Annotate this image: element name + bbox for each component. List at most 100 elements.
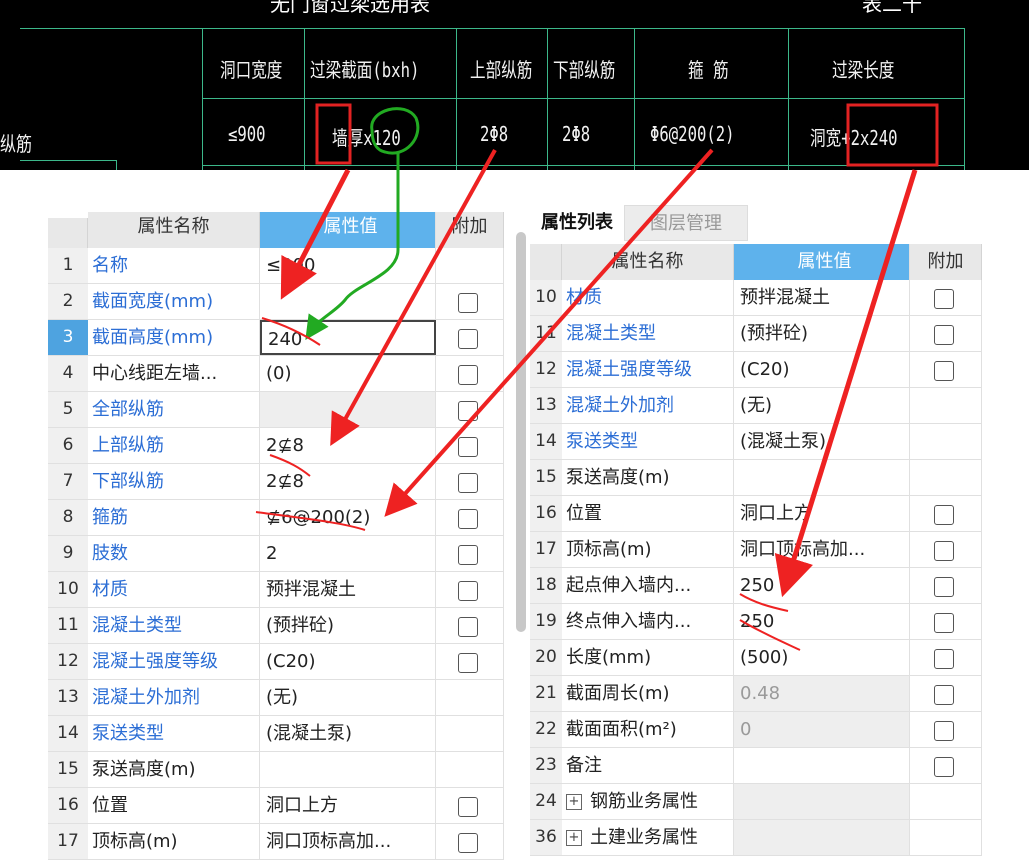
property-row[interactable]: 8 箍筋 ⊈6@200(2) — [48, 500, 504, 536]
property-row[interactable]: 1 名称 ≤900 — [48, 248, 504, 284]
extra-checkbox[interactable] — [934, 289, 954, 309]
property-value[interactable]: (C20) — [734, 352, 910, 387]
property-value-input[interactable]: 240 — [260, 320, 436, 355]
property-row[interactable]: 5 全部纵筋 — [48, 392, 504, 428]
property-value[interactable]: (无) — [734, 388, 910, 423]
property-row[interactable]: 36 + 土建业务属性 — [530, 820, 982, 856]
property-row[interactable]: 24 + 钢筋业务属性 — [530, 784, 982, 820]
property-value[interactable]: 洞口上方 — [260, 788, 436, 823]
property-row[interactable]: 16 位置 洞口上方 — [48, 788, 504, 824]
property-value[interactable]: 洞口顶标高加... — [260, 824, 436, 859]
extra-checkbox[interactable] — [458, 365, 478, 385]
property-row[interactable]: 9 肢数 2 — [48, 536, 504, 572]
extra-checkbox[interactable] — [458, 437, 478, 457]
tab-layer-management[interactable]: 图层管理 — [624, 205, 748, 241]
property-row[interactable]: 10 材质 预拌混凝土 — [530, 280, 982, 316]
property-row[interactable]: 12 混凝土强度等级 (C20) — [48, 644, 504, 680]
extra-checkbox[interactable] — [934, 505, 954, 525]
extra-checkbox[interactable] — [934, 721, 954, 741]
property-row[interactable]: 18 起点伸入墙内... 250 — [530, 568, 982, 604]
expand-icon[interactable]: + — [566, 794, 582, 810]
extra-checkbox[interactable] — [458, 401, 478, 421]
property-row[interactable]: 16 位置 洞口上方 — [530, 496, 982, 532]
property-row[interactable]: 13 混凝土外加剂 (无) — [48, 680, 504, 716]
property-value[interactable]: ≤900 — [260, 248, 436, 283]
row-number: 9 — [48, 536, 88, 571]
property-row[interactable]: 15 泵送高度(m) — [48, 752, 504, 788]
property-row[interactable]: 14 泵送类型 (混凝土泵) — [530, 424, 982, 460]
property-value[interactable]: (混凝土泵) — [260, 716, 436, 751]
extra-checkbox[interactable] — [934, 649, 954, 669]
property-value[interactable] — [260, 752, 436, 787]
extra-checkbox[interactable] — [458, 797, 478, 817]
property-value[interactable]: (混凝土泵) — [734, 424, 910, 459]
property-value[interactable]: 2⊈8 — [260, 428, 436, 463]
property-row[interactable]: 3 截面高度(mm) 240 — [48, 320, 504, 356]
property-row[interactable]: 11 混凝土类型 (预拌砼) — [530, 316, 982, 352]
property-row[interactable]: 17 顶标高(m) 洞口顶标高加... — [48, 824, 504, 860]
property-row[interactable]: 21 截面周长(m) 0.48 — [530, 676, 982, 712]
property-value[interactable]: (无) — [260, 680, 436, 715]
property-value[interactable] — [734, 784, 910, 819]
property-value[interactable] — [734, 748, 910, 783]
property-row[interactable]: 7 下部纵筋 2⊈8 — [48, 464, 504, 500]
property-value[interactable]: (0) — [260, 356, 436, 391]
expand-icon[interactable]: + — [566, 830, 582, 846]
property-row[interactable]: 23 备注 — [530, 748, 982, 784]
property-value[interactable] — [260, 392, 436, 427]
extra-checkbox[interactable] — [934, 577, 954, 597]
property-value[interactable]: 0.48 — [734, 676, 910, 711]
cad-grid-line — [964, 28, 965, 170]
extra-checkbox[interactable] — [934, 757, 954, 777]
property-value[interactable] — [734, 460, 910, 495]
extra-checkbox[interactable] — [458, 509, 478, 529]
property-name: 泵送类型 — [88, 716, 260, 751]
extra-checkbox[interactable] — [458, 581, 478, 601]
extra-checkbox[interactable] — [934, 541, 954, 561]
property-value[interactable]: (C20) — [260, 644, 436, 679]
property-value[interactable]: 2 — [260, 536, 436, 571]
property-value[interactable]: (预拌砼) — [734, 316, 910, 351]
property-row[interactable]: 12 混凝土强度等级 (C20) — [530, 352, 982, 388]
tab-property-list[interactable]: 属性列表 — [530, 205, 624, 241]
extra-checkbox[interactable] — [934, 325, 954, 345]
property-value[interactable]: 0 — [734, 712, 910, 747]
property-value[interactable]: 预拌混凝土 — [734, 280, 910, 315]
property-row[interactable]: 20 长度(mm) (500) — [530, 640, 982, 676]
row-number: 8 — [48, 500, 88, 535]
extra-checkbox[interactable] — [458, 329, 478, 349]
scrollbar-thumb[interactable] — [516, 232, 526, 632]
extra-checkbox[interactable] — [458, 653, 478, 673]
property-value[interactable]: 250 — [734, 568, 910, 603]
property-value[interactable]: 洞口上方 — [734, 496, 910, 531]
property-value[interactable]: (500) — [734, 640, 910, 675]
property-value[interactable]: (预拌砼) — [260, 608, 436, 643]
extra-checkbox[interactable] — [458, 473, 478, 493]
property-value[interactable]: 预拌混凝土 — [260, 572, 436, 607]
property-row[interactable]: 14 泵送类型 (混凝土泵) — [48, 716, 504, 752]
property-row[interactable]: 13 混凝土外加剂 (无) — [530, 388, 982, 424]
cad-grid-line — [202, 165, 965, 166]
property-row[interactable]: 15 泵送高度(m) — [530, 460, 982, 496]
property-row[interactable]: 22 截面面积(m²) 0 — [530, 712, 982, 748]
property-value[interactable] — [260, 284, 436, 319]
property-row[interactable]: 10 材质 预拌混凝土 — [48, 572, 504, 608]
property-row[interactable]: 4 中心线距左墙... (0) — [48, 356, 504, 392]
property-row[interactable]: 6 上部纵筋 2⊈8 — [48, 428, 504, 464]
property-value[interactable]: ⊈6@200(2) — [260, 500, 436, 535]
extra-checkbox[interactable] — [934, 685, 954, 705]
extra-checkbox[interactable] — [934, 613, 954, 633]
property-value[interactable]: 洞口顶标高加... — [734, 532, 910, 567]
extra-checkbox[interactable] — [458, 545, 478, 565]
extra-checkbox[interactable] — [458, 833, 478, 853]
property-row[interactable]: 17 顶标高(m) 洞口顶标高加... — [530, 532, 982, 568]
property-row[interactable]: 2 截面宽度(mm) — [48, 284, 504, 320]
property-value[interactable]: 250 — [734, 604, 910, 639]
extra-checkbox[interactable] — [458, 293, 478, 313]
extra-checkbox[interactable] — [934, 361, 954, 381]
property-value[interactable] — [734, 820, 910, 855]
property-row[interactable]: 11 混凝土类型 (预拌砼) — [48, 608, 504, 644]
extra-checkbox[interactable] — [458, 617, 478, 637]
property-value[interactable]: 2⊈8 — [260, 464, 436, 499]
property-row[interactable]: 19 终点伸入墙内... 250 — [530, 604, 982, 640]
